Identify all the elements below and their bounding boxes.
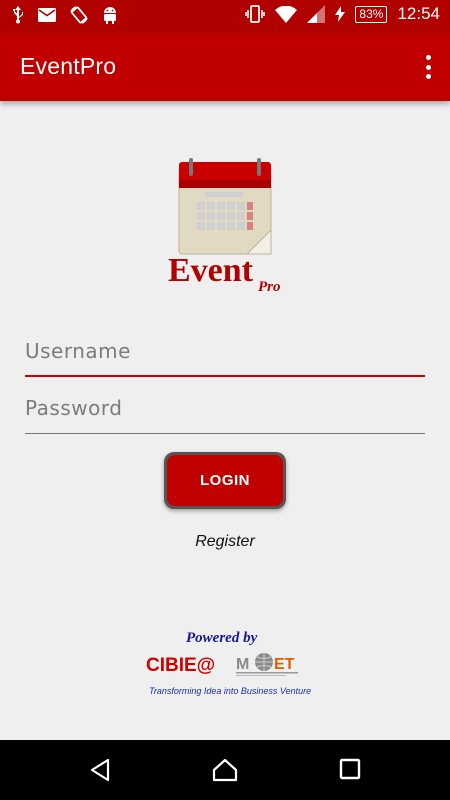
android-icon: [102, 6, 118, 24]
recents-icon[interactable]: [339, 758, 361, 784]
powered-by-text: Powered by: [186, 630, 258, 646]
username-placeholder: Username: [25, 339, 131, 363]
login-label: LOGIN: [167, 455, 283, 506]
cibie-logo: CIBIE@: [146, 655, 216, 676]
navigation-bar: [0, 740, 450, 800]
register-link[interactable]: Register: [0, 533, 450, 551]
mail-icon: [38, 8, 56, 22]
signal-icon: [307, 5, 326, 23]
vibrate-icon: [245, 5, 266, 23]
svg-text:M: M: [236, 656, 249, 673]
usb-icon: [12, 6, 24, 24]
app-title: EventPro: [20, 53, 117, 79]
home-icon[interactable]: [212, 758, 238, 786]
logo-word: Event: [168, 252, 253, 289]
password-underline: [25, 433, 425, 434]
more-vert-icon[interactable]: [422, 55, 434, 79]
clock: 12:54: [397, 4, 440, 23]
charging-icon: [335, 6, 346, 22]
username-field[interactable]: Username: [25, 339, 425, 377]
password-placeholder: Password: [25, 396, 123, 420]
login-button[interactable]: LOGIN: [164, 452, 286, 509]
tagline: Transforming Idea into Business Venture: [149, 686, 312, 696]
moet-logo: M ET: [234, 650, 304, 680]
status-bar: 83% 12:54: [0, 0, 450, 33]
svg-text:ET: ET: [274, 656, 295, 673]
app-bar: EventPro: [0, 33, 450, 101]
wifi-icon: [275, 5, 298, 23]
battery-percent: 83%: [355, 5, 388, 23]
back-icon[interactable]: [88, 758, 112, 786]
logo-sub: Pro: [258, 279, 281, 295]
password-field[interactable]: Password: [25, 396, 425, 434]
rotate-icon: [70, 6, 88, 24]
username-underline: [25, 375, 425, 377]
